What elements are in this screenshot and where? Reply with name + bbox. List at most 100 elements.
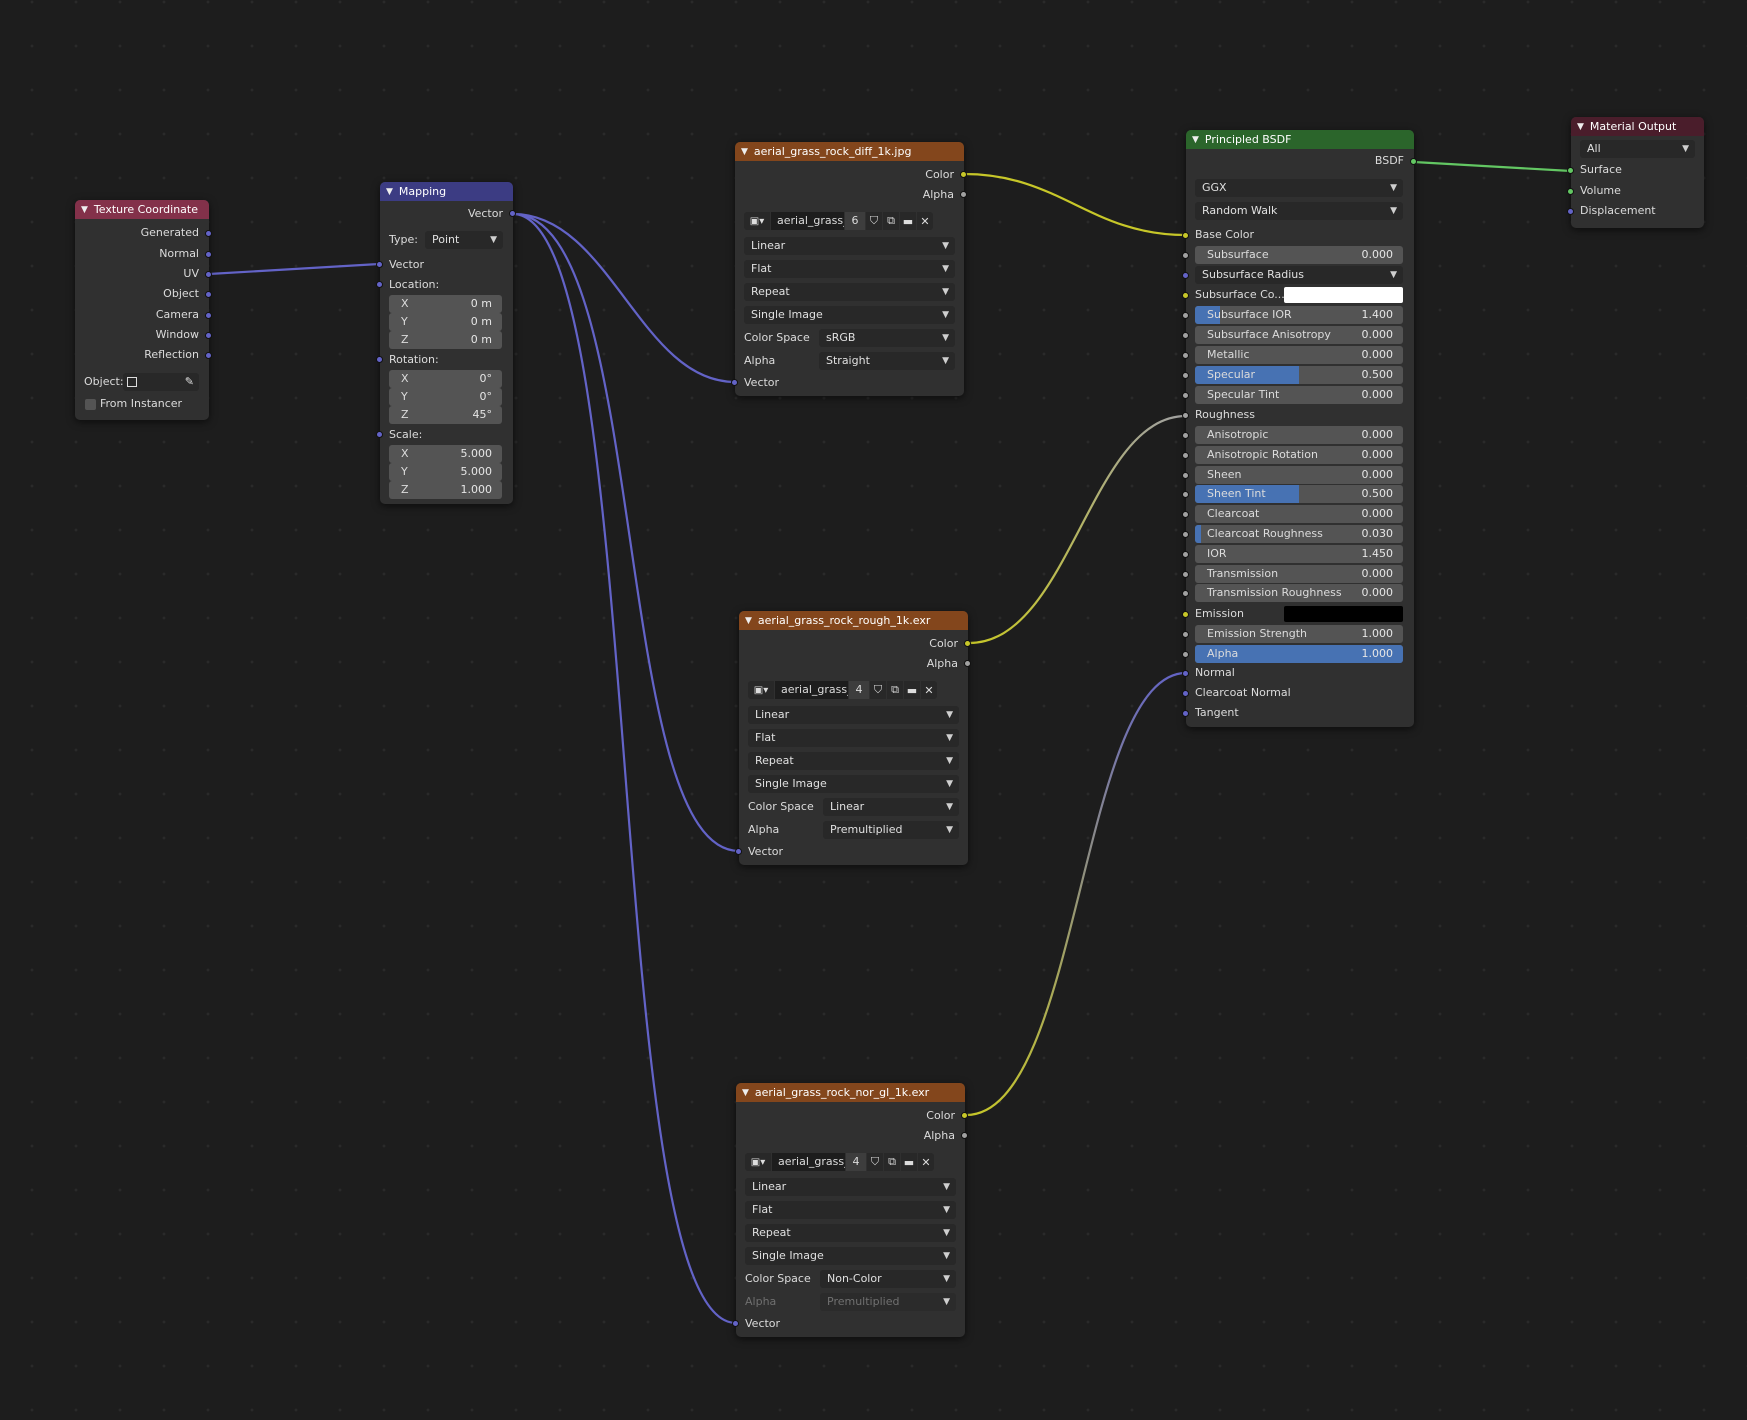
user-count[interactable]: 6 (845, 212, 865, 230)
extension-dropdown[interactable]: Repeat ▼ (744, 283, 955, 301)
from-instancer-checkbox[interactable] (85, 399, 96, 410)
clearcoat-roughness-slider[interactable]: Clearcoat Roughness 0.030 (1195, 525, 1403, 543)
image-type-icon[interactable]: ▣▾ (745, 1153, 771, 1171)
fake-user-shield-icon[interactable]: ⛉ (866, 212, 882, 230)
image-type-icon[interactable]: ▣▾ (748, 681, 774, 699)
rotation-y-field[interactable]: Y 0° (389, 388, 502, 406)
open-folder-icon[interactable]: ▬ (900, 212, 916, 230)
socket-subsurface-ior[interactable] (1182, 312, 1189, 319)
socket-ior[interactable] (1182, 550, 1189, 558)
emission-color-swatch[interactable] (1284, 606, 1403, 622)
mapping-node[interactable]: ▼ Mapping Vector Type: Point ▼ Vector Loc… (376, 182, 516, 504)
specular-tint-slider[interactable]: Specular Tint 0.000 (1195, 386, 1403, 404)
subsurface-radius-dropdown[interactable]: Subsurface Radius ▼ (1195, 266, 1403, 284)
collapse-chevron-icon[interactable]: ▼ (1577, 122, 1584, 132)
socket-camera[interactable] (205, 312, 212, 319)
socket-anisotropic-rotation[interactable] (1182, 451, 1189, 459)
socket-displacement[interactable] (1567, 208, 1574, 215)
colorspace-dropdown[interactable]: sRGB ▼ (819, 329, 955, 347)
socket-scale[interactable] (376, 431, 383, 438)
collapse-chevron-icon[interactable]: ▼ (741, 147, 748, 157)
socket-volume[interactable] (1567, 188, 1574, 195)
socket-clearcoat[interactable] (1182, 511, 1189, 519)
source-dropdown[interactable]: Single Image ▼ (744, 306, 955, 324)
socket-clearcoat-normal[interactable] (1182, 690, 1189, 697)
type-dropdown[interactable]: Point ▼ (425, 231, 503, 249)
collapse-chevron-icon[interactable]: ▼ (386, 187, 393, 197)
socket-vector-in[interactable] (735, 848, 742, 855)
open-folder-icon[interactable]: ▬ (904, 681, 920, 699)
subsurface-anisotropy-slider[interactable]: Subsurface Anisotropy 0.000 (1195, 326, 1403, 344)
socket-vector-out[interactable] (509, 210, 516, 217)
rotation-z-field[interactable]: Z 45° (389, 406, 502, 424)
object-field[interactable]: ✎ (123, 373, 199, 391)
clearcoat-slider[interactable]: Clearcoat 0.000 (1195, 505, 1403, 524)
socket-color-out[interactable] (961, 1112, 968, 1119)
projection-dropdown[interactable]: Flat ▼ (744, 260, 955, 278)
subsurface-ior-slider[interactable]: Subsurface IOR 1.400 (1195, 306, 1403, 324)
socket-roughness[interactable] (1182, 412, 1189, 419)
socket-alpha-out[interactable] (960, 191, 967, 198)
socket-alpha-out[interactable] (964, 660, 971, 667)
socket-sheen-tint[interactable] (1182, 491, 1189, 499)
socket-clearcoat-roughness[interactable] (1182, 531, 1189, 538)
alpha-dropdown[interactable]: Premultiplied ▼ (823, 821, 959, 839)
specular-slider[interactable]: Specular 0.500 (1195, 366, 1403, 384)
socket-reflection[interactable] (205, 352, 212, 359)
colorspace-dropdown[interactable]: Linear ▼ (823, 798, 959, 816)
socket-subsurface-anisotropy[interactable] (1182, 332, 1189, 339)
scale-y-field[interactable]: Y 5.000 (389, 463, 502, 481)
socket-alpha-out[interactable] (961, 1132, 968, 1139)
alpha-slider[interactable]: Alpha 1.000 (1195, 645, 1403, 663)
ior-slider[interactable]: IOR 1.450 (1195, 544, 1403, 563)
node-header[interactable]: ▼ aerial_grass_rock_rough_1k.exr (739, 611, 968, 630)
duplicate-icon[interactable]: ⧉ (887, 681, 903, 699)
rotation-x-field[interactable]: X 0° (389, 370, 502, 388)
socket-base-color[interactable] (1182, 232, 1189, 239)
location-z-field[interactable]: Z 0 m (389, 331, 502, 349)
socket-metallic[interactable] (1182, 352, 1189, 359)
collapse-chevron-icon[interactable]: ▼ (81, 205, 88, 215)
collapse-chevron-icon[interactable]: ▼ (1192, 135, 1199, 145)
node-header[interactable]: ▼ aerial_grass_rock_diff_1k.jpg (735, 142, 964, 161)
socket-vector-in[interactable] (732, 1320, 739, 1327)
transmission-slider[interactable]: Transmission 0.000 (1195, 564, 1403, 583)
alpha-dropdown[interactable]: Straight ▼ (819, 352, 955, 370)
location-y-field[interactable]: Y 0 m (389, 313, 502, 331)
socket-normal[interactable] (1182, 670, 1189, 677)
node-header[interactable]: ▼ Mapping (380, 182, 513, 201)
interpolation-dropdown[interactable]: Linear ▼ (744, 237, 955, 255)
socket-location[interactable] (376, 281, 383, 288)
target-dropdown[interactable]: All ▼ (1580, 140, 1695, 158)
projection-dropdown[interactable]: Flat ▼ (745, 1201, 956, 1219)
image-texture-node-diff[interactable]: ▼ aerial_grass_rock_diff_1k.jpg Color Alpha… (731, 142, 967, 396)
emission-strength-slider[interactable]: Emission Strength 1.000 (1195, 625, 1403, 643)
node-header[interactable]: ▼ Texture Coordinate (75, 200, 209, 219)
node-header[interactable]: ▼ Principled BSDF (1186, 130, 1414, 149)
socket-object[interactable] (205, 291, 212, 298)
source-dropdown[interactable]: Single Image ▼ (745, 1247, 956, 1265)
metallic-slider[interactable]: Metallic 0.000 (1195, 346, 1403, 364)
socket-window[interactable] (205, 332, 212, 339)
fake-user-shield-icon[interactable]: ⛉ (870, 681, 886, 699)
user-count[interactable]: 4 (846, 1153, 866, 1171)
socket-sheen[interactable] (1182, 471, 1189, 479)
socket-specular-tint[interactable] (1182, 392, 1189, 399)
colorspace-dropdown[interactable]: Non-Color ▼ (820, 1270, 956, 1288)
socket-subsurface[interactable] (1182, 252, 1189, 259)
image-texture-node-nor[interactable]: ▼ aerial_grass_rock_nor_gl_1k.exr Color Alp… (732, 1083, 968, 1337)
image-datablock-bar[interactable]: ▣▾aerial_grass_...4⛉⧉▬✕ (745, 1153, 934, 1171)
node-header[interactable]: ▼ Material Output (1571, 117, 1704, 136)
anisotropic-slider[interactable]: Anisotropic 0.000 (1195, 426, 1403, 444)
socket-surface[interactable] (1567, 167, 1574, 174)
interpolation-dropdown[interactable]: Linear ▼ (748, 706, 959, 724)
socket-emission-strength[interactable] (1182, 631, 1189, 638)
texture-coordinate-node[interactable]: ▼ Texture Coordinate Generated Normal UV… (75, 200, 212, 420)
extension-dropdown[interactable]: Repeat ▼ (745, 1224, 956, 1242)
socket-color-out[interactable] (960, 171, 967, 178)
socket-specular[interactable] (1182, 372, 1189, 379)
socket-transmission-roughness[interactable] (1182, 590, 1189, 598)
unlink-close-icon[interactable]: ✕ (918, 1153, 934, 1171)
image-datablock-bar[interactable]: ▣▾aerial_grass_...4⛉⧉▬✕ (748, 681, 937, 699)
projection-dropdown[interactable]: Flat ▼ (748, 729, 959, 747)
